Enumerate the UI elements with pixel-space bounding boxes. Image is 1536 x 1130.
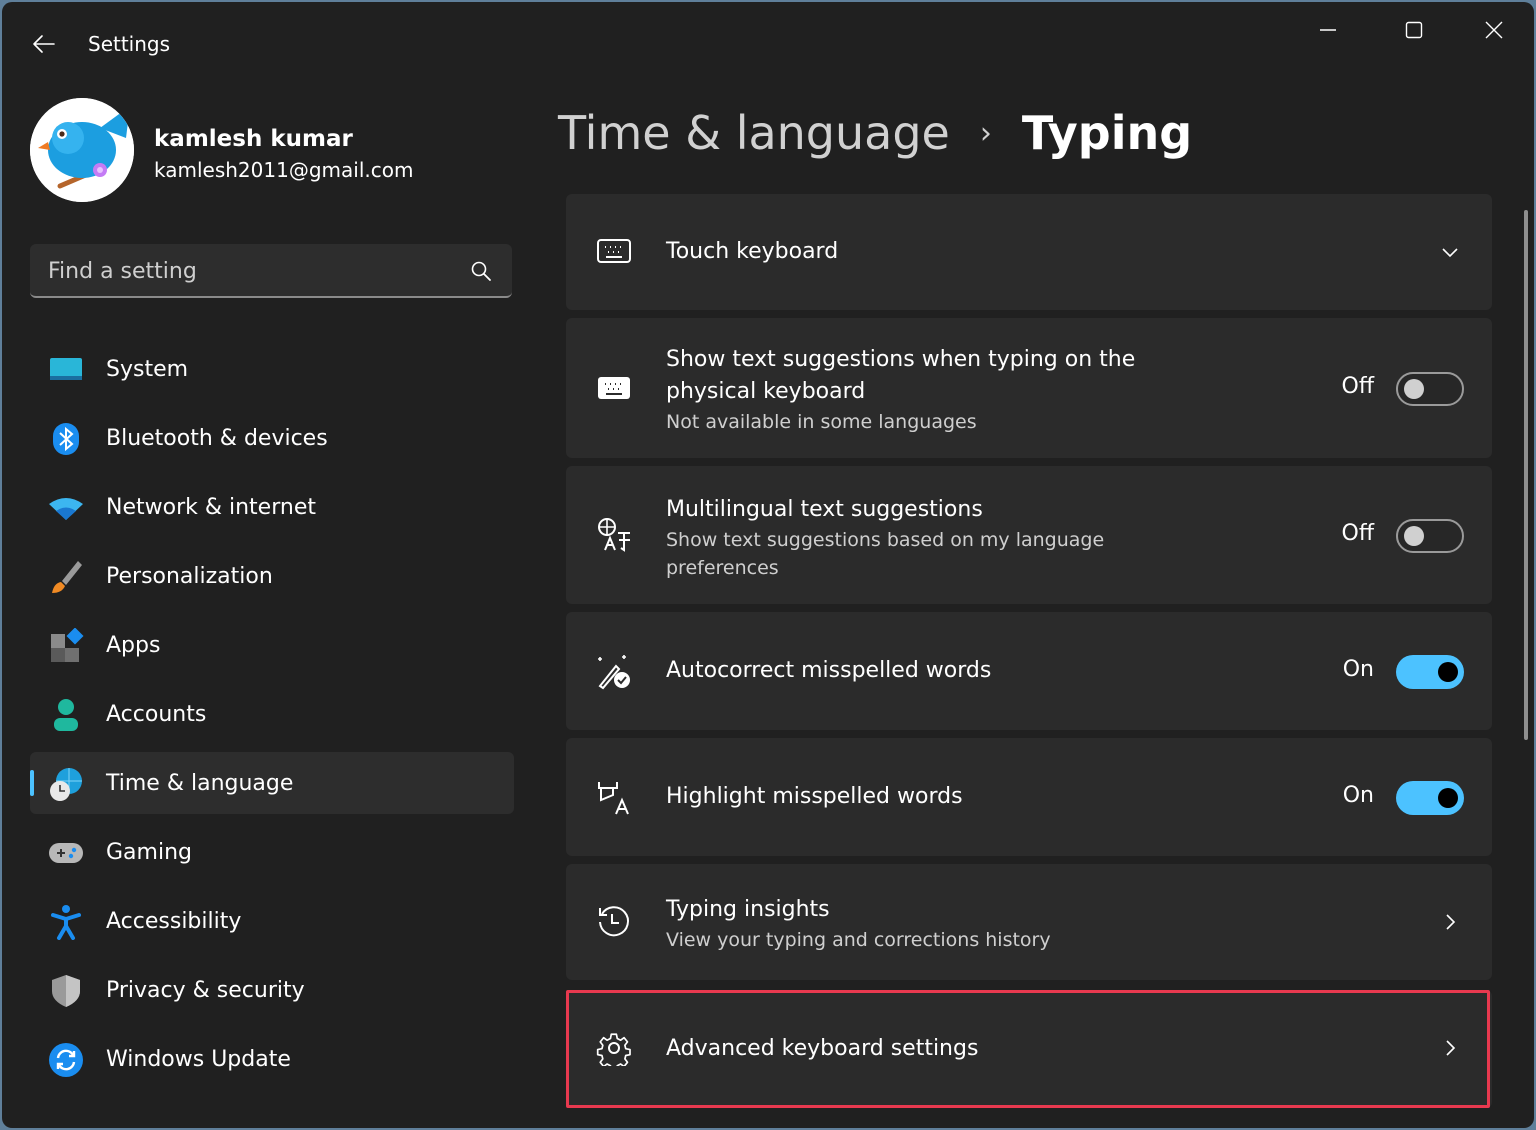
sidebar-nav: System Bluetooth & devices Network & int… — [30, 338, 514, 1097]
maximize-icon — [1405, 21, 1423, 39]
system-icon — [50, 358, 82, 380]
apps-icon — [51, 628, 84, 662]
paintbrush-icon — [52, 561, 82, 593]
sidebar-item-accounts[interactable]: Accounts — [30, 683, 514, 745]
sidebar-item-label: Bluetooth & devices — [106, 425, 328, 451]
autocorrect-icon — [598, 655, 630, 690]
sidebar-item-label: System — [106, 356, 189, 382]
sidebar-item-windows-update[interactable]: Windows Update — [30, 1028, 514, 1090]
back-button[interactable] — [30, 30, 58, 58]
sidebar-item-label: Network & internet — [106, 494, 316, 520]
bird-avatar-icon — [30, 98, 134, 202]
setting-autocorrect: Autocorrect misspelled words On — [566, 612, 1492, 730]
sidebar-item-time-language[interactable]: Time & language — [30, 752, 514, 814]
setting-highlight-misspelled: Highlight misspelled words On — [566, 738, 1492, 856]
autocorrect-toggle[interactable] — [1396, 655, 1464, 689]
setting-title: Advanced keyboard settings — [666, 1036, 979, 1061]
chevron-right-icon[interactable] — [1438, 1036, 1462, 1060]
sidebar-item-label: Personalization — [106, 563, 273, 589]
toggle-knob — [1404, 379, 1424, 399]
sidebar-item-system[interactable]: System — [30, 338, 514, 400]
keyboard-filled-icon — [598, 377, 630, 399]
toggle-state-label: Off — [1341, 374, 1374, 399]
avatar[interactable] — [30, 98, 134, 202]
history-icon — [599, 906, 629, 937]
sidebar-item-label: Apps — [106, 632, 161, 658]
sidebar-item-privacy[interactable]: Privacy & security — [30, 959, 514, 1021]
sidebar-item-label: Windows Update — [106, 1046, 291, 1072]
sidebar-item-bluetooth[interactable]: Bluetooth & devices — [30, 407, 514, 469]
setting-title: Multilingual text suggestions — [666, 497, 983, 522]
accessibility-icon — [51, 905, 81, 940]
multilingual-toggle[interactable] — [1396, 519, 1464, 553]
user-email: kamlesh2011@gmail.com — [154, 158, 414, 182]
toggle-state-label: Off — [1341, 521, 1374, 546]
setting-title: Touch keyboard — [666, 239, 839, 264]
breadcrumb-parent[interactable]: Time & language — [558, 106, 950, 160]
close-icon — [1485, 21, 1503, 39]
setting-title: Highlight misspelled words — [666, 784, 963, 809]
setting-multilingual-suggestions: Multilingual text suggestions Show text … — [566, 466, 1492, 604]
toggle-state-label: On — [1342, 783, 1374, 808]
scrollbar[interactable] — [1524, 210, 1528, 740]
setting-title: Typing insights — [666, 897, 830, 922]
arrow-left-icon — [33, 35, 55, 53]
toggle-knob — [1404, 526, 1424, 546]
keyboard-outline-icon — [597, 239, 631, 263]
sidebar-item-label: Gaming — [106, 839, 192, 865]
setting-typing-insights[interactable]: Typing insights View your typing and cor… — [566, 864, 1492, 980]
setting-touch-keyboard[interactable]: Touch keyboard — [566, 194, 1492, 310]
breadcrumb-separator-icon: › — [979, 115, 992, 151]
sidebar-item-label: Time & language — [106, 770, 294, 796]
sidebar-item-label: Accounts — [106, 701, 207, 727]
minimize-icon — [1320, 29, 1336, 31]
setting-subtitle: Not available in some languages — [666, 411, 977, 433]
toggle-knob — [1438, 788, 1458, 808]
globe-clock-icon — [50, 768, 82, 801]
breadcrumb: Time & language › Typing — [558, 98, 1192, 168]
toggle-state-label: On — [1342, 657, 1374, 682]
app-title: Settings — [88, 32, 171, 56]
search-box[interactable] — [30, 244, 512, 298]
sidebar-item-gaming[interactable]: Gaming — [30, 821, 514, 883]
title-bar: Settings — [2, 2, 1534, 82]
settings-window: Settings kamlesh kumar kamlesh2011@gmail… — [2, 2, 1534, 1128]
bluetooth-icon — [53, 423, 79, 455]
chevron-down-icon[interactable] — [1438, 240, 1462, 264]
language-icon — [598, 518, 630, 552]
toggle-knob — [1438, 662, 1458, 682]
user-name: kamlesh kumar — [154, 126, 353, 152]
search-icon[interactable] — [470, 260, 492, 282]
setting-title: Autocorrect misspelled words — [666, 658, 992, 683]
sidebar-item-personalization[interactable]: Personalization — [30, 545, 514, 607]
highlight-text-icon — [598, 782, 629, 815]
text-suggestions-toggle[interactable] — [1396, 372, 1464, 406]
shield-icon — [52, 975, 80, 1007]
gear-icon — [596, 1033, 631, 1066]
setting-subtitle: View your typing and corrections history — [666, 929, 1051, 951]
active-indicator — [30, 770, 34, 796]
sidebar-item-apps[interactable]: Apps — [30, 614, 514, 676]
person-icon — [54, 699, 78, 731]
sidebar-item-label: Accessibility — [106, 908, 242, 934]
setting-advanced-keyboard[interactable]: Advanced keyboard settings — [566, 990, 1492, 1108]
close-button[interactable] — [1466, 12, 1522, 48]
setting-text-suggestions: Show text suggestions when typing on the… — [566, 318, 1492, 458]
wifi-icon — [49, 498, 83, 520]
sidebar-item-accessibility[interactable]: Accessibility — [30, 890, 514, 952]
setting-title: Show text suggestions when typing on the… — [666, 347, 1136, 404]
minimize-button[interactable] — [1300, 12, 1356, 48]
update-icon — [49, 1043, 83, 1077]
chevron-right-icon[interactable] — [1438, 910, 1462, 934]
gamepad-icon — [49, 843, 83, 863]
highlight-toggle[interactable] — [1396, 781, 1464, 815]
maximize-button[interactable] — [1386, 12, 1442, 48]
sidebar-item-network[interactable]: Network & internet — [30, 476, 514, 538]
sidebar-item-label: Privacy & security — [106, 977, 305, 1003]
setting-subtitle: Show text suggestions based on my langua… — [666, 529, 1105, 579]
page-title: Typing — [1021, 106, 1193, 160]
search-input[interactable] — [30, 244, 470, 298]
